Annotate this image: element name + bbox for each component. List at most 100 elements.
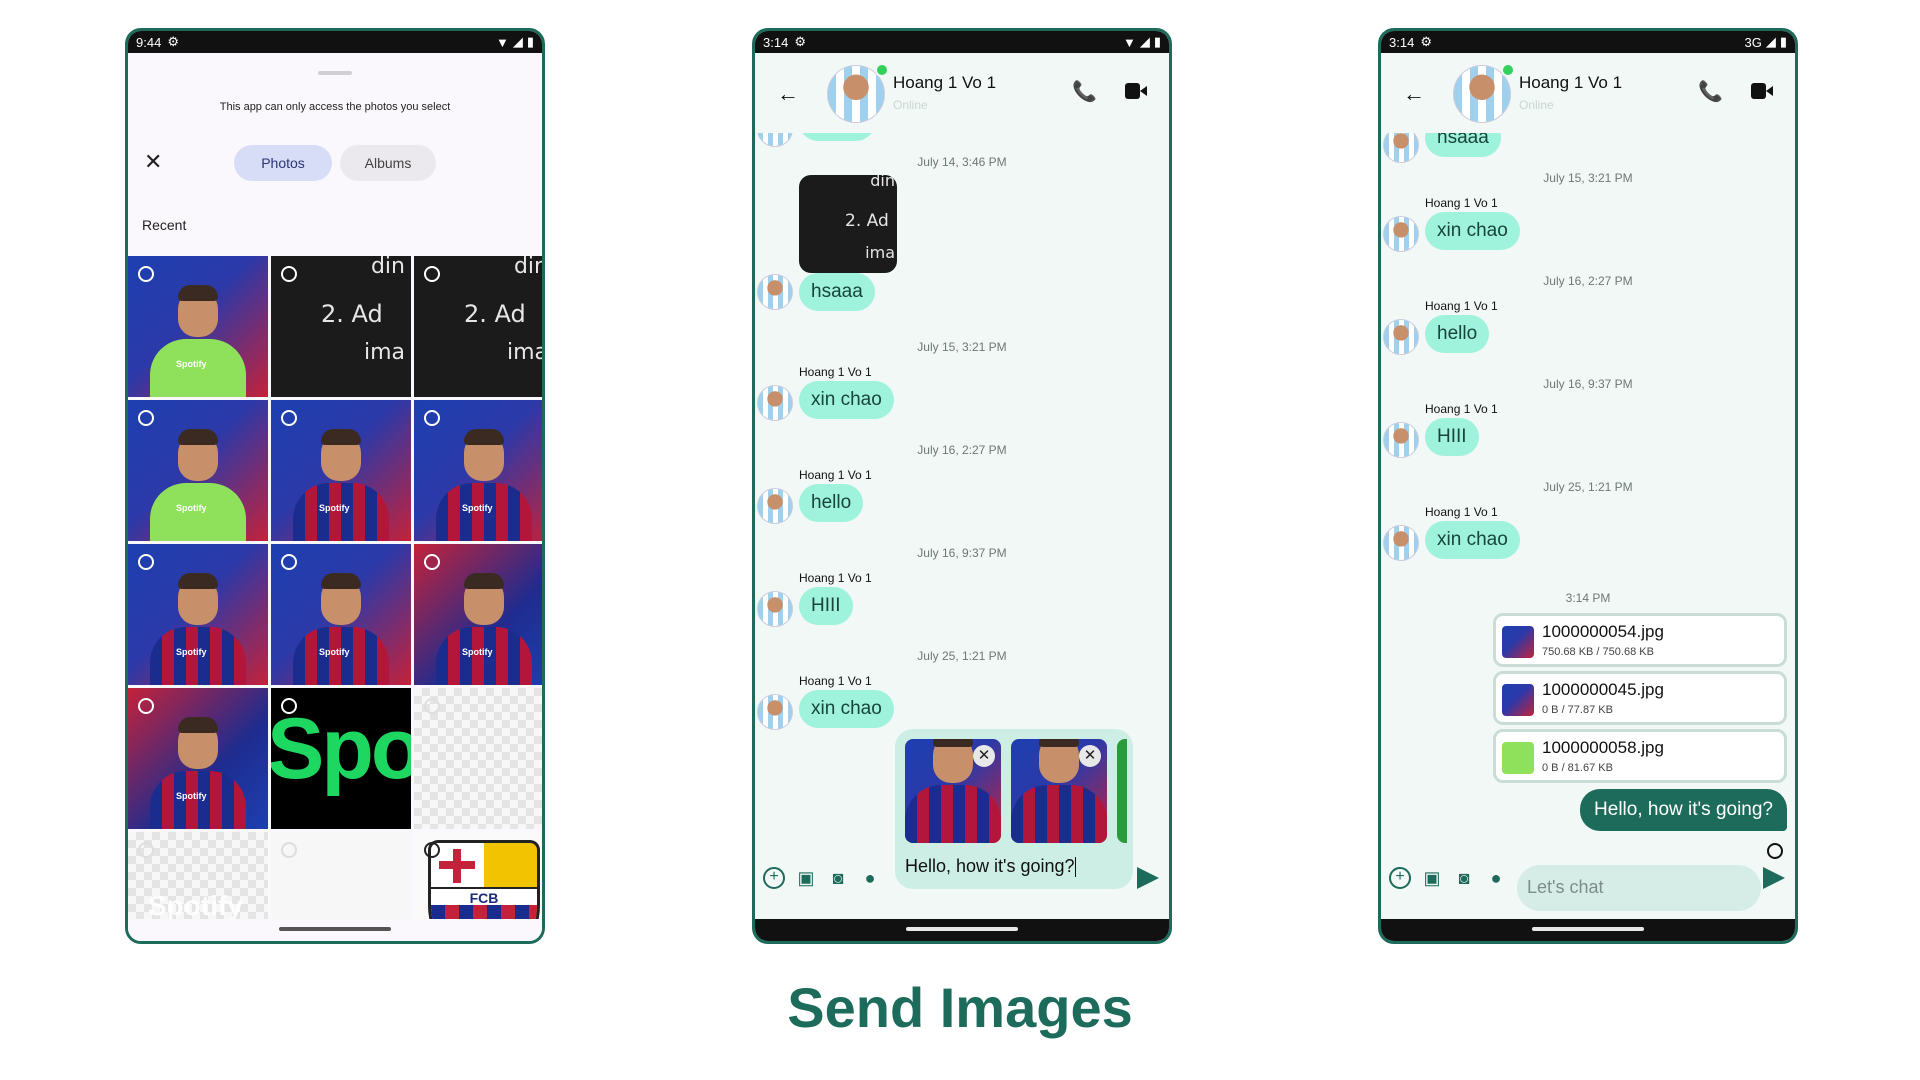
date-separator: July 15, 3:21 PM [917,340,1007,354]
avatar [757,694,793,730]
player-image: Spotify [293,423,389,541]
message-bubble: hsaaa [799,133,875,141]
tab-albums[interactable]: Albums [340,145,436,181]
photo-tile[interactable]: Spo [271,688,411,829]
photo-tile[interactable]: Spotify [128,256,268,397]
file-message[interactable]: 1000000058.jpg 0 B / 81.67 KB [1493,729,1787,783]
select-circle[interactable] [281,698,297,714]
sender-name: Hoang 1 Vo 1 [1425,402,1498,416]
select-circle[interactable] [138,266,154,282]
photo-tile[interactable]: Spotify [128,832,268,919]
sponsor-text: Spotify [462,647,493,657]
select-circle[interactable] [424,554,440,570]
message-list[interactable]: hsaaa July 14, 3:46 PM din 2. Ad ima hsaaa… [755,133,1169,919]
message-list[interactable]: hsaaa July 15, 3:21 PM Hoang 1 Vo 1 xin … [1381,133,1795,919]
nav-bar [128,919,542,941]
photo-tile[interactable]: Spotify [271,544,411,685]
date-separator: July 15, 3:21 PM [1543,171,1633,185]
home-handle[interactable] [279,927,391,931]
select-circle[interactable] [424,410,440,426]
microphone-icon[interactable]: ● [1485,867,1507,889]
file-message[interactable]: 1000000054.jpg 750.68 KB / 750.68 KB [1493,613,1787,667]
player-image: Spotify [293,567,389,685]
video-call-icon[interactable] [1125,83,1147,99]
add-icon[interactable]: + [763,867,785,889]
phone-call-icon[interactable]: 📞 [1072,79,1097,104]
phone-call-icon[interactable]: 📞 [1698,79,1723,104]
select-circle[interactable] [281,266,297,282]
select-circle[interactable] [138,410,154,426]
photo-tile[interactable]: Spotify [128,400,268,541]
battery-icon: ▮ [1779,34,1787,49]
camera-icon[interactable]: ◙ [827,867,849,889]
photo-tile[interactable]: Spotify [128,544,268,685]
photo-tile[interactable]: din 2. Ad ima [271,256,411,397]
photo-tile[interactable] [271,832,411,919]
select-circle[interactable] [424,266,440,282]
contact-status: Online [893,98,928,112]
sender-name: Hoang 1 Vo 1 [1425,299,1498,313]
nav-bar [755,919,1169,941]
avatar [1383,133,1419,163]
select-circle[interactable] [281,410,297,426]
attachment-thumbnail[interactable] [1117,739,1127,843]
close-icon[interactable]: ✕ [144,149,162,175]
home-handle[interactable] [1532,927,1644,931]
send-icon[interactable] [1763,867,1785,889]
attachment-strip[interactable]: ✕ ✕ [905,739,1127,843]
select-circle[interactable] [281,554,297,570]
sponsor-text: Spotify [176,503,207,513]
image-message[interactable]: din 2. Ad ima [799,175,897,273]
remove-attachment-icon[interactable]: ✕ [1079,745,1101,767]
back-arrow-icon[interactable]: ← [1403,81,1425,107]
photo-tile[interactable]: FCB [414,832,542,919]
input-placeholder: Let's chat [1527,877,1604,897]
attachment-thumbnail[interactable]: ✕ [1011,739,1107,843]
select-circle[interactable] [138,698,154,714]
add-icon[interactable]: + [1389,867,1411,889]
home-handle[interactable] [906,927,1018,931]
sender-name: Hoang 1 Vo 1 [799,674,872,688]
photo-tile[interactable]: Spotify [414,400,542,541]
outgoing-message-bubble: Hello, how it's going? [1580,789,1787,831]
message-input-text: Hello, how it's going? [905,855,1075,876]
sponsor-text: Spotify [319,503,350,513]
gallery-icon[interactable]: ▣ [1421,867,1443,889]
tab-photos[interactable]: Photos [234,145,332,181]
signal-icon: ◢ [512,34,523,49]
message-bubble: xin chao [1425,521,1520,559]
remove-attachment-icon[interactable]: ✕ [973,745,995,767]
image-text: ima [865,243,895,262]
photo-tile[interactable]: Spotify [271,400,411,541]
back-arrow-icon[interactable]: ← [777,81,799,107]
gallery-icon[interactable]: ▣ [795,867,817,889]
battery-icon: ▮ [526,34,534,49]
photo-tile[interactable]: Spotify [128,688,268,829]
status-time: 3:14 [763,34,789,50]
select-circle[interactable] [424,698,440,714]
photo-tile[interactable]: Spotify [414,544,542,685]
send-icon[interactable] [1137,867,1159,889]
select-circle[interactable] [138,554,154,570]
text-cursor [1074,857,1076,877]
sheet-drag-handle[interactable] [318,71,352,75]
photo-tile[interactable] [414,688,542,829]
avatar [757,488,793,524]
select-circle[interactable] [281,842,297,858]
microphone-icon[interactable]: ● [859,867,881,889]
select-circle[interactable] [424,842,440,858]
chat-screen-compose: 3:14 ⚙ ▼◢▮ ← Hoang 1 Vo 1 Online 📞 hsaaa … [752,28,1172,944]
signal-icon: ◢ [1765,34,1776,49]
photo-tile[interactable]: din 2. Ad ima [414,256,542,397]
contact-status: Online [1519,98,1554,112]
select-circle[interactable] [138,842,154,858]
attachment-thumbnail[interactable]: ✕ [905,739,1001,843]
message-input[interactable]: Hello, how it's going? [905,856,1076,877]
message-input[interactable]: Let's chat [1517,865,1761,911]
video-call-icon[interactable] [1751,83,1773,99]
photo-grid: Spotify din2. Adima din2. Adima Spotify … [128,256,542,919]
camera-icon[interactable]: ◙ [1453,867,1475,889]
date-separator: July 25, 1:21 PM [1543,480,1633,494]
file-message[interactable]: 1000000045.jpg 0 B / 77.87 KB [1493,671,1787,725]
settings-gear-icon: ⚙ [794,34,806,49]
